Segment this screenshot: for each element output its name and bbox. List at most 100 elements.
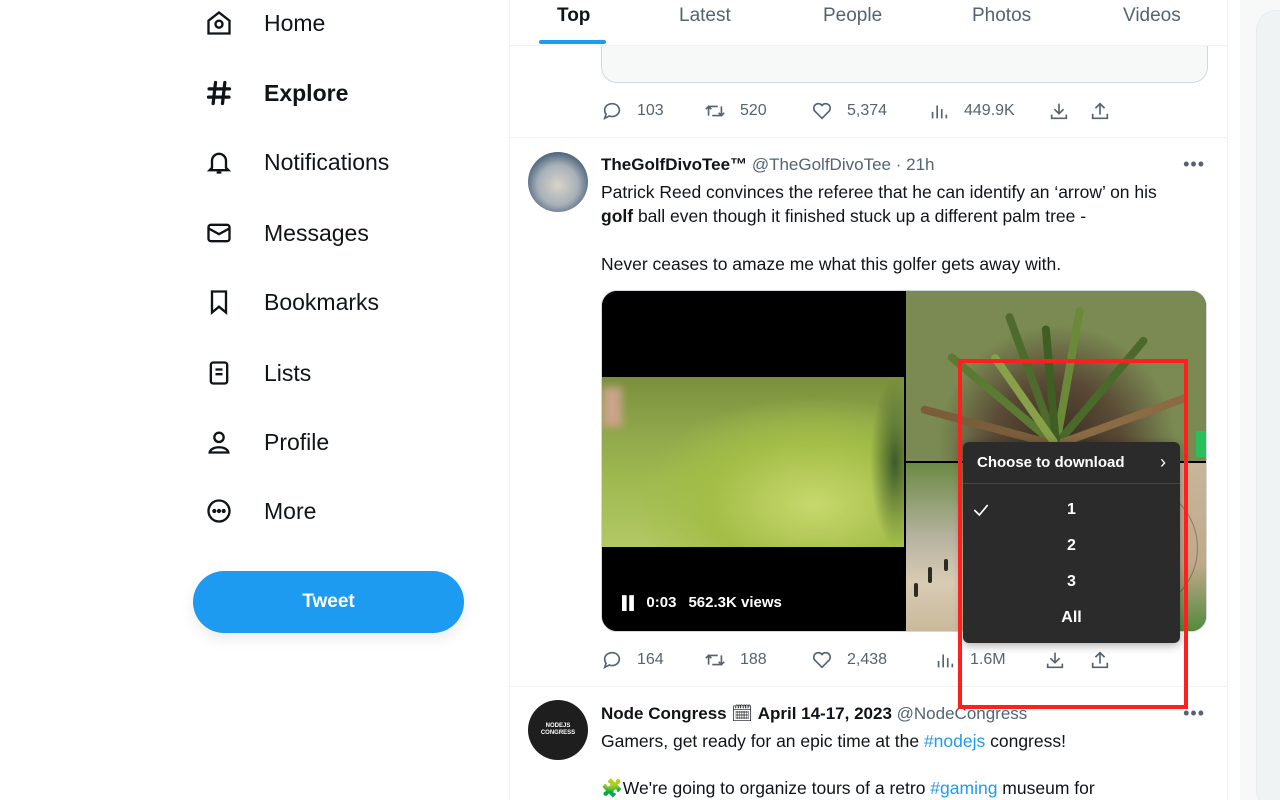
tweet-text-line: 🧩We're going to organize tours of a retr… [601, 776, 1206, 800]
hashtag-link[interactable]: #nodejs [924, 731, 985, 751]
download-menu: Choose to download › 1 2 3 All [963, 442, 1180, 643]
retweet-count: 188 [740, 651, 767, 668]
envelope-icon [204, 218, 234, 248]
download-option-all[interactable]: All [963, 602, 1180, 634]
download-option-2[interactable]: 2 [963, 530, 1180, 562]
checkmark-icon [971, 500, 991, 525]
video-meta: ▌▌ 0:03 562.3K views [622, 594, 782, 611]
person-icon [204, 427, 234, 457]
avatar[interactable] [528, 152, 588, 212]
sidebar-item-label: Home [264, 9, 326, 36]
search-box-edge[interactable] [1256, 10, 1280, 800]
views-count: 1.6M [970, 651, 1006, 668]
sidebar-item-messages[interactable]: Messages [204, 213, 369, 253]
download-icon [1046, 652, 1064, 669]
download-menu-header[interactable]: Choose to download › [963, 442, 1180, 484]
person-figure [944, 559, 948, 571]
sidebar-item-home[interactable]: Home [204, 3, 325, 43]
tweet-text: Patrick Reed convinces the referee that … [601, 180, 1206, 228]
tweet-text-part: Gamers, get ready for an epic time at th… [601, 731, 924, 751]
sidebar-item-lists[interactable]: Lists [204, 353, 311, 393]
tweet-text: Gamers, get ready for an epic time at th… [601, 729, 1206, 753]
bookmark-icon [204, 287, 234, 317]
views-button[interactable]: 449.9K [928, 100, 1015, 122]
download-button[interactable] [1044, 649, 1066, 671]
views-button[interactable]: 1.6M [934, 649, 1006, 671]
tab-videos[interactable]: Videos [1123, 0, 1181, 46]
retweet-button[interactable]: 188 [704, 649, 767, 671]
reply-button[interactable]: 164 [601, 649, 664, 671]
more-options-icon[interactable]: ••• [1183, 703, 1205, 724]
author-name[interactable]: Node Congress [601, 704, 727, 723]
tab-people[interactable]: People [823, 0, 882, 46]
timeline: Top Latest People Photos Videos 103 520 … [509, 0, 1228, 800]
download-button[interactable] [1048, 100, 1070, 122]
share-icon [1091, 651, 1109, 669]
download-option-3[interactable]: 3 [963, 566, 1180, 598]
author-handle[interactable]: @NodeCongress [897, 704, 1028, 723]
sidebar-item-profile[interactable]: Profile [204, 422, 329, 462]
tweet-text-part: ball even though it finished stuck up a … [633, 206, 1087, 226]
sidebar-item-notifications[interactable]: Notifications [204, 142, 389, 182]
reply-button[interactable]: 103 [601, 100, 664, 122]
reply-icon [603, 651, 621, 669]
download-option-label: 2 [1067, 537, 1076, 554]
video-player[interactable]: ▌▌ 0:03 562.3K views [602, 291, 904, 631]
share-button[interactable] [1089, 649, 1111, 671]
tweet-text-part: museum for [997, 778, 1095, 798]
author-handle[interactable]: @TheGolfDivoTee [752, 155, 891, 174]
retweet-count: 520 [740, 102, 767, 119]
heart-icon [812, 102, 832, 120]
share-button[interactable] [1089, 100, 1111, 122]
sidebar-item-bookmarks[interactable]: Bookmarks [204, 282, 379, 322]
retweet-button[interactable]: 520 [704, 100, 767, 122]
download-menu-title: Choose to download [977, 454, 1125, 471]
tab-latest[interactable]: Latest [679, 0, 731, 46]
active-tab-indicator [539, 40, 606, 44]
video-blur [870, 377, 904, 547]
video-blur [602, 387, 622, 427]
avatar[interactable]: NODEJS CONGRESS [528, 700, 588, 760]
more-circle-icon [204, 496, 234, 526]
sidebar-item-explore[interactable]: Explore [204, 73, 348, 113]
calendar-emoji: 🗓 [731, 704, 753, 723]
tweet-text-part: We're going to organize tours of a retro [622, 778, 931, 798]
heart-icon [812, 651, 832, 669]
tweet-header: TheGolfDivoTee™ @TheGolfDivoTee · 21h [601, 155, 935, 175]
sidebar-item-more[interactable]: More [204, 491, 316, 531]
person-figure [928, 567, 932, 583]
retweet-icon [705, 654, 725, 666]
tweet-button[interactable]: Tweet [193, 571, 464, 633]
author-name-suffix[interactable]: April 14-17, 2023 [758, 704, 892, 723]
tab-photos[interactable]: Photos [972, 0, 1031, 46]
green-marker [1196, 431, 1206, 457]
tweet-header: Node Congress 🗓 April 14-17, 2023 @NodeC… [601, 704, 1027, 724]
download-icon [1050, 103, 1068, 120]
reply-icon [603, 102, 621, 120]
photo-1[interactable] [906, 291, 1206, 461]
tweet-text-bold: golf [601, 206, 634, 226]
video-frame [602, 377, 904, 547]
like-count: 2,438 [847, 651, 888, 668]
author-name[interactable]: TheGolfDivoTee™ [601, 155, 747, 174]
like-button[interactable]: 2,438 [811, 649, 887, 671]
tweet-actions: 103 520 5,374 449.9K [601, 100, 1121, 124]
hashtag-link[interactable]: #gaming [930, 778, 997, 798]
pause-icon[interactable]: ▌▌ [622, 595, 638, 610]
video-views: 562.3K views [688, 594, 782, 611]
hashtag-icon [204, 78, 234, 108]
download-option-label: 1 [1067, 501, 1076, 518]
reply-count: 103 [637, 102, 664, 119]
sidebar-item-label: More [264, 497, 317, 524]
views-count: 449.9K [964, 102, 1015, 119]
tweet-text-part: congress! [985, 731, 1066, 751]
download-option-1[interactable]: 1 [963, 494, 1180, 526]
video-time: 0:03 [646, 594, 677, 611]
more-options-icon[interactable]: ••• [1183, 154, 1205, 175]
person-figure [914, 583, 918, 597]
like-button[interactable]: 5,374 [811, 100, 887, 122]
tweet-time[interactable]: 21h [906, 155, 934, 174]
reply-count: 164 [637, 651, 664, 668]
avatar-logo-text: NODEJS CONGRESS [540, 723, 576, 736]
sidebar-item-label: Lists [264, 359, 312, 386]
